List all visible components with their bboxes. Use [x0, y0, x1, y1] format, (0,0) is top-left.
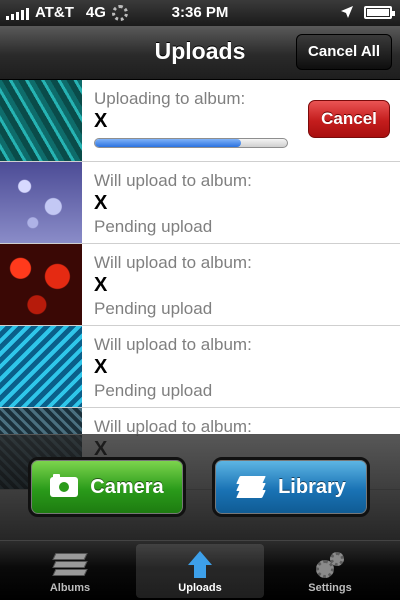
album-name: X: [94, 192, 108, 214]
tab-settings[interactable]: Settings: [266, 544, 394, 598]
photo-stack-icon: [236, 476, 266, 498]
upload-row: Will upload to album: X Pending upload: [0, 162, 400, 244]
photo-thumbnail: [0, 326, 82, 407]
photo-thumbnail: [0, 80, 82, 161]
upload-status: Pending upload: [94, 299, 213, 318]
tab-albums[interactable]: Albums: [6, 544, 134, 598]
camera-button-label: Camera: [90, 475, 164, 498]
navigation-bar: Uploads Cancel All: [0, 26, 400, 80]
tab-label: Settings: [308, 582, 352, 594]
upload-status: Pending upload: [94, 217, 213, 236]
upload-row: Will upload to album: X Pending upload: [0, 244, 400, 326]
camera-button[interactable]: Camera: [28, 457, 186, 517]
upload-arrow-icon: [188, 551, 212, 579]
photo-thumbnail: [0, 162, 82, 243]
location-arrow-icon: [341, 6, 353, 18]
upload-row-active: Uploading to album: X Cancel: [0, 80, 400, 162]
upload-status: Pending upload: [94, 381, 213, 400]
tab-uploads[interactable]: Uploads: [136, 544, 264, 598]
album-name: X: [94, 110, 108, 132]
library-button-label: Library: [278, 475, 346, 498]
library-button[interactable]: Library: [212, 457, 370, 517]
battery-icon: [364, 5, 395, 19]
camera-icon: [50, 474, 79, 497]
status-bar: AT&T 4G 3:36 PM: [0, 0, 400, 26]
upload-progress-fill: [95, 139, 241, 147]
album-name: X: [94, 356, 108, 378]
cancel-upload-button[interactable]: Cancel: [308, 100, 390, 138]
cancel-all-button[interactable]: Cancel All: [296, 34, 392, 70]
album-name: X: [94, 274, 108, 296]
tab-label: Uploads: [178, 582, 222, 594]
upload-row: Will upload to album: X Pending upload: [0, 326, 400, 408]
capture-source-panel: Camera Library: [0, 434, 400, 540]
upload-label: Will upload to album:: [94, 335, 252, 354]
gear-icon: [316, 552, 346, 578]
upload-progress-bar: [94, 138, 288, 148]
tab-label: Albums: [49, 582, 91, 594]
upload-label: Will upload to album:: [94, 171, 252, 190]
upload-label: Uploading to album:: [94, 89, 246, 108]
photo-thumbnail: [0, 244, 82, 325]
albums-icon: [52, 553, 88, 577]
tab-bar: Albums Uploads Settings: [0, 540, 400, 600]
upload-label: Will upload to album:: [94, 253, 252, 272]
